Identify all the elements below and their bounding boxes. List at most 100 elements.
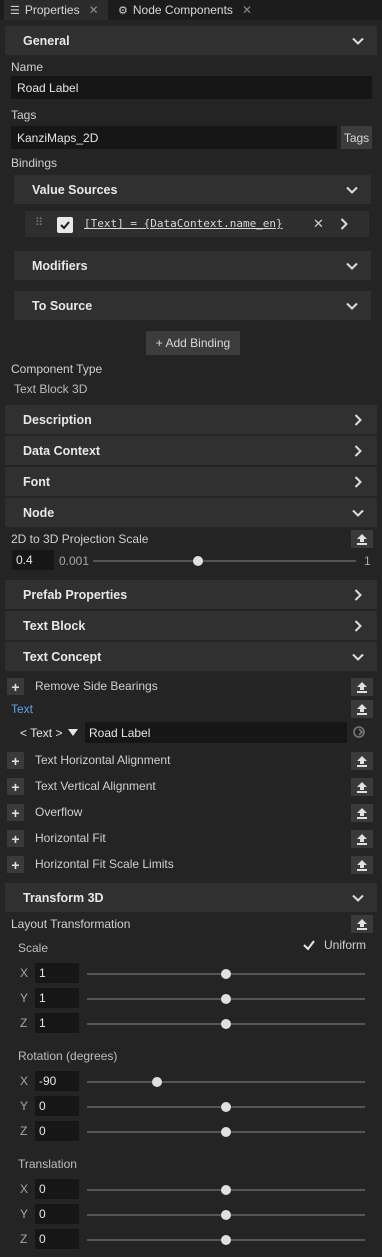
chevron-right-icon — [354, 475, 362, 488]
add-property-button[interactable]: + — [7, 830, 24, 847]
section-prefab-properties[interactable]: Prefab Properties — [5, 580, 377, 609]
scale-z-input[interactable]: 1 — [35, 1013, 79, 1033]
push-to-prefab-button[interactable] — [351, 678, 373, 696]
slider-knob[interactable] — [152, 1077, 162, 1087]
to-source-header[interactable]: To Source — [14, 291, 371, 320]
slider-knob[interactable] — [221, 1127, 231, 1137]
rotation-x-input[interactable]: -90 — [35, 1071, 79, 1091]
slider-knob[interactable] — [221, 1235, 231, 1245]
add-property-button[interactable]: + — [7, 778, 24, 795]
section-description-label: Description — [23, 412, 92, 427]
text-concept-item-label: Overflow — [35, 805, 83, 819]
push-to-prefab-button[interactable] — [351, 530, 373, 548]
name-field[interactable]: Road Label — [11, 76, 372, 99]
tags-label: Tags — [11, 108, 37, 122]
upload-icon — [357, 782, 367, 793]
scale-y-input[interactable]: 1 — [35, 988, 79, 1008]
push-to-prefab-button[interactable] — [351, 804, 373, 822]
component-type-value: Text Block 3D — [14, 382, 88, 396]
close-icon[interactable]: ✕ — [242, 3, 252, 17]
checkmark-icon — [60, 221, 70, 230]
projection-scale-label: 2D to 3D Projection Scale — [11, 532, 149, 546]
slider-min-label: 0.001 — [59, 554, 90, 568]
push-to-prefab-button[interactable] — [351, 700, 373, 718]
upload-icon — [357, 860, 367, 871]
push-to-prefab-button[interactable] — [351, 778, 373, 796]
translation-z-input[interactable]: 0 — [35, 1229, 79, 1249]
slider-knob[interactable] — [193, 556, 203, 566]
rotation-label: Rotation (degrees) — [18, 1049, 118, 1063]
section-transform-3d[interactable]: Transform 3D — [5, 883, 377, 912]
translation-x-input[interactable]: 0 — [35, 1179, 79, 1199]
push-to-prefab-button[interactable] — [351, 915, 373, 933]
tags-field[interactable]: KanziMaps_2D — [11, 126, 337, 149]
tags-button[interactable]: Tags — [341, 126, 372, 149]
chevron-right-icon — [354, 413, 362, 426]
tab-node-components[interactable]: ⚙ Node Components ✕ — [112, 0, 262, 20]
section-text-block[interactable]: Text Block — [5, 611, 377, 640]
section-data-context-label: Data Context — [23, 443, 101, 458]
layout-transformation-label: Layout Transformation — [11, 917, 131, 931]
to-source-label: To Source — [32, 298, 93, 313]
binding-checkbox[interactable] — [57, 217, 73, 233]
section-node[interactable]: Node — [5, 498, 377, 527]
slider-knob[interactable] — [221, 1185, 231, 1195]
slider-knob[interactable] — [221, 1102, 231, 1112]
rotation-z-input[interactable]: 0 — [35, 1121, 79, 1141]
upload-icon — [357, 682, 367, 693]
value-sources-header[interactable]: Value Sources — [14, 175, 371, 204]
push-to-prefab-button[interactable] — [351, 752, 373, 770]
add-binding-button[interactable]: + Add Binding — [146, 331, 240, 355]
slider-knob[interactable] — [221, 969, 231, 979]
text-concept-item-label: Horizontal Fit — [35, 831, 106, 845]
translation-axis-label: X — [20, 1182, 29, 1196]
rotation-y-input[interactable]: 0 — [35, 1096, 79, 1116]
drag-handle-icon[interactable]: ⠿ — [35, 216, 43, 229]
add-property-button[interactable]: + — [7, 856, 24, 873]
projection-scale-input[interactable]: 0.4 — [12, 550, 54, 570]
upload-icon — [357, 756, 367, 767]
chevron-right-icon — [354, 588, 362, 601]
remove-binding-icon[interactable]: ✕ — [313, 216, 324, 232]
text-type-label: < Text > — [20, 725, 63, 740]
chevron-right-icon[interactable] — [337, 217, 351, 231]
translation-y-input[interactable]: 0 — [35, 1204, 79, 1224]
chevron-down-icon — [352, 894, 364, 902]
push-to-prefab-button[interactable] — [351, 856, 373, 874]
binding-expression[interactable]: [Text] = {DataContext.name_en} — [84, 217, 283, 230]
text-type-dropdown[interactable]: < Text > — [14, 722, 79, 743]
section-data-context[interactable]: Data Context — [5, 436, 377, 465]
component-type-label: Component Type — [11, 362, 103, 376]
reset-icon[interactable] — [352, 725, 366, 739]
projection-scale-slider[interactable] — [93, 560, 356, 562]
tab-properties[interactable]: ☰ Properties ✕ — [4, 0, 108, 20]
section-description[interactable]: Description — [5, 405, 377, 434]
section-general[interactable]: General — [5, 26, 377, 55]
rotation-x-slider[interactable] — [87, 1081, 365, 1083]
close-icon[interactable]: ✕ — [89, 3, 99, 17]
section-font[interactable]: Font — [5, 467, 377, 496]
chevron-right-icon — [354, 444, 362, 457]
checkmark-icon — [303, 940, 315, 951]
text-concept-item-label: Horizontal Fit Scale Limits — [35, 857, 174, 871]
translation-label: Translation — [18, 1157, 77, 1171]
add-property-button[interactable]: + — [7, 804, 24, 821]
push-to-prefab-button[interactable] — [351, 830, 373, 848]
slider-knob[interactable] — [221, 994, 231, 1004]
section-prefab-properties-label: Prefab Properties — [23, 587, 128, 602]
upload-icon — [357, 534, 367, 545]
modifiers-header[interactable]: Modifiers — [14, 251, 371, 280]
section-text-concept[interactable]: Text Concept — [5, 642, 377, 671]
chevron-right-icon — [354, 619, 362, 632]
text-concept-item-label: Text Vertical Alignment — [35, 779, 156, 793]
tab-properties-label: Properties — [24, 3, 80, 17]
slider-knob[interactable] — [221, 1210, 231, 1220]
tab-node-components-label: Node Components — [132, 3, 233, 17]
add-property-button[interactable]: + — [7, 678, 24, 695]
scale-x-input[interactable]: 1 — [35, 963, 79, 983]
add-property-button[interactable]: + — [7, 752, 24, 769]
uniform-checkbox[interactable]: Uniform — [301, 937, 366, 953]
text-value-field[interactable]: Road Label — [85, 722, 347, 743]
slider-knob[interactable] — [221, 1019, 231, 1029]
scale-axis-label: Z — [20, 1016, 28, 1030]
